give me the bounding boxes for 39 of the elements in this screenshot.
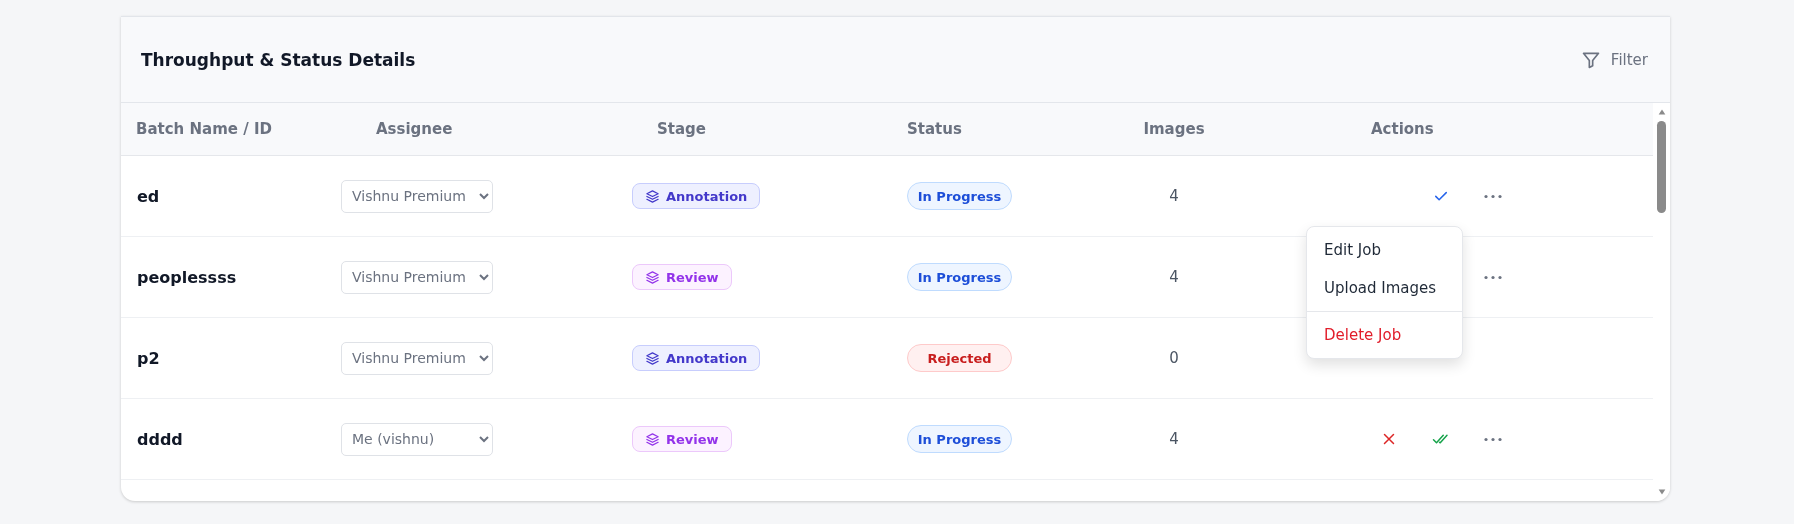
filter-button[interactable]: Filter [1580, 49, 1648, 70]
image-count: 4 [1169, 187, 1179, 205]
more-icon [1484, 436, 1502, 442]
column-header: Assignee [375, 120, 454, 138]
layers-icon [645, 269, 660, 285]
assignee-dropdown[interactable]: Vishnu Premium [341, 341, 493, 375]
batch-name: peoplessss [137, 267, 237, 287]
layers-icon [645, 350, 660, 366]
status-badge: In Progress [907, 182, 1012, 210]
column-header: Stage [656, 120, 707, 138]
assignee-dropdown[interactable]: Vishnu Premium [341, 179, 493, 213]
batch-name: ed [137, 186, 160, 206]
status-badge: In Progress [907, 425, 1012, 453]
image-count: 4 [1169, 268, 1179, 286]
menu-item[interactable]: Upload Images [1307, 269, 1462, 307]
stage-badge: Review [632, 426, 732, 452]
menu-item[interactable]: Edit Job [1307, 231, 1462, 269]
assignee-dropdown[interactable]: Me (vishnu) [341, 422, 493, 456]
batch-name: dddd [137, 429, 183, 449]
card-title: Throughput & Status Details [141, 49, 416, 70]
layers-icon [645, 188, 660, 204]
layers-icon [645, 431, 660, 447]
menu-item[interactable]: Delete Job [1307, 316, 1462, 354]
image-count: 4 [1169, 430, 1179, 448]
column-header: Images [1142, 120, 1206, 138]
stage-badge: Annotation [632, 183, 761, 209]
batch-name: p2 [137, 348, 160, 368]
scrollbar-thumb[interactable] [1657, 121, 1666, 213]
image-count: 0 [1169, 349, 1179, 367]
status-badge: Rejected [907, 344, 1012, 372]
column-header: Status [906, 120, 963, 138]
column-header: Actions [1370, 120, 1435, 138]
stage-badge: Annotation [632, 345, 761, 371]
status-badge: In Progress [907, 263, 1012, 291]
column-header: Batch Name / ID [135, 120, 273, 138]
stage-badge: Review [632, 264, 732, 290]
more-icon [1484, 274, 1502, 280]
assignee-dropdown[interactable]: Vishnu Premium [341, 260, 493, 294]
more-icon [1484, 193, 1502, 199]
